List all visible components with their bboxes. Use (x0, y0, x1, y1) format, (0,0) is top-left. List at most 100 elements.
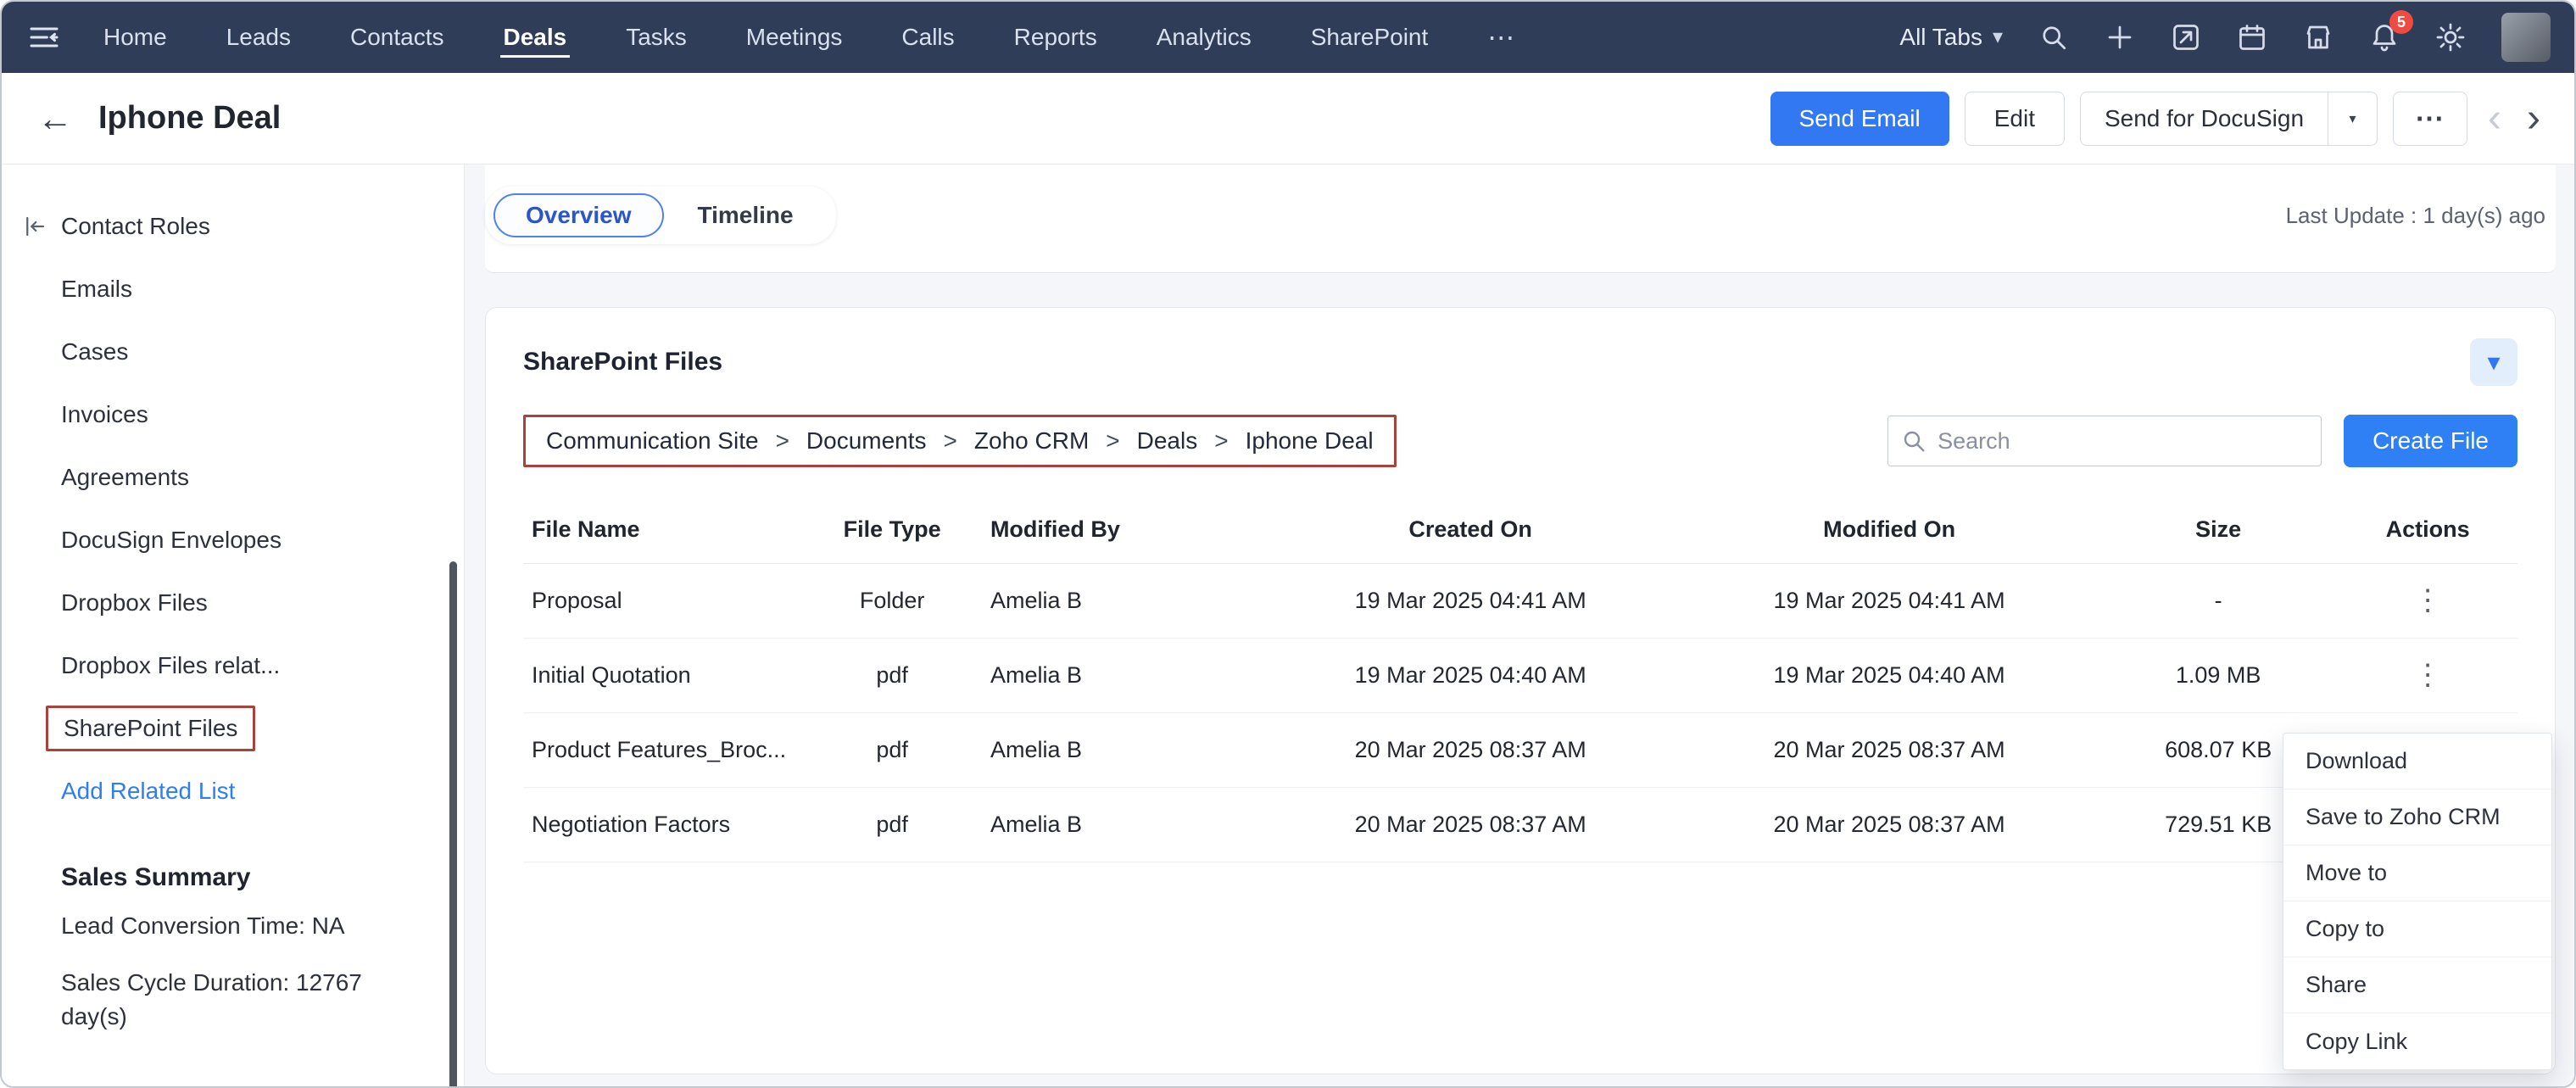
activities-icon[interactable] (2171, 22, 2201, 53)
tab-overview[interactable]: Overview (493, 193, 664, 237)
edit-button[interactable]: Edit (1965, 92, 2065, 146)
breadcrumb-zoho-crm[interactable]: Zoho CRM (974, 427, 1089, 455)
sidebar-item-dropbox-files[interactable]: Dropbox Files (61, 572, 464, 634)
cell-file-name[interactable]: Proposal (523, 564, 802, 639)
nav-item-contacts[interactable]: Contacts (350, 2, 444, 73)
cell-file-name[interactable]: Negotiation Factors (523, 788, 802, 862)
sidebar-item-contact-roles[interactable]: Contact Roles (61, 195, 464, 258)
column-header-modified-by: Modified By (982, 496, 1261, 564)
nav-item-meetings[interactable]: Meetings (746, 2, 843, 73)
column-header-file-name: File Name (523, 496, 802, 564)
nav-item-calls[interactable]: Calls (901, 2, 954, 73)
chevron-down-icon: ▾ (2487, 348, 2500, 377)
cell-modified-by: Amelia B (982, 788, 1261, 862)
cell-size: - (2099, 564, 2338, 639)
all-tabs-dropdown[interactable]: All Tabs ▾ (1899, 24, 2003, 51)
sidebar-item-dropbox-files-related[interactable]: Dropbox Files relat... (61, 634, 464, 697)
cell-file-name[interactable]: Initial Quotation (523, 639, 802, 713)
breadcrumb-documents[interactable]: Documents (806, 427, 927, 455)
sidebar-item-cases[interactable]: Cases (61, 321, 464, 383)
cell-file-type: pdf (802, 639, 982, 713)
record-content: Overview Timeline Last Update : 1 day(s)… (465, 165, 2574, 1088)
tab-timeline[interactable]: Timeline (664, 193, 828, 237)
menu-item-save-to-zoho-crm[interactable]: Save to Zoho CRM (2283, 789, 2551, 845)
sharepoint-files-card: SharePoint Files ▾ Communication Site > … (485, 307, 2556, 1074)
docusign-dropdown-caret-icon[interactable]: ▾ (2328, 92, 2377, 145)
send-for-docusign-label[interactable]: Send for DocuSign (2081, 92, 2328, 145)
collapse-panel-icon[interactable] (22, 214, 47, 239)
more-actions-button[interactable]: ⋯ (2393, 92, 2467, 146)
breadcrumb-deals[interactable]: Deals (1137, 427, 1198, 455)
sidebar-item-label: Contact Roles (61, 213, 210, 240)
cell-modified-on: 19 Mar 2025 04:41 AM (1680, 564, 2099, 639)
sharepoint-files-title: SharePoint Files (523, 348, 722, 377)
file-search-input[interactable] (1888, 416, 2321, 466)
add-related-list-link[interactable]: Add Related List (61, 760, 464, 823)
cell-created-on: 20 Mar 2025 08:37 AM (1261, 713, 1680, 788)
sidebar-scrollbar[interactable] (449, 561, 457, 1088)
sidebar-item-emails[interactable]: Emails (61, 258, 464, 321)
top-nav-items: Home Leads Contacts Deals Tasks Meetings… (103, 2, 1525, 73)
sidebar-item-invoices[interactable]: Invoices (61, 383, 464, 446)
column-header-size: Size (2099, 496, 2338, 564)
nav-item-reports[interactable]: Reports (1014, 2, 1097, 73)
cell-created-on: 19 Mar 2025 04:40 AM (1261, 639, 1680, 713)
settings-gear-icon[interactable] (2435, 22, 2466, 53)
nav-item-home[interactable]: Home (103, 2, 167, 73)
sales-summary-heading: Sales Summary (61, 846, 464, 909)
hamburger-menu-icon[interactable] (27, 20, 61, 54)
notifications-bell-icon[interactable]: 5 (2369, 22, 2400, 53)
menu-item-move-to[interactable]: Move to (2283, 845, 2551, 901)
marketplace-icon[interactable] (2303, 22, 2333, 53)
search-icon[interactable] (2038, 22, 2069, 53)
row-actions-kebab-icon[interactable]: ⋮ (2401, 661, 2454, 689)
top-nav-bar: Home Leads Contacts Deals Tasks Meetings… (2, 2, 2574, 73)
nav-item-deals[interactable]: Deals (504, 2, 567, 73)
column-header-modified-on: Modified On (1680, 496, 2099, 564)
sidebar-item-label: SharePoint Files (64, 715, 237, 741)
calendar-icon[interactable] (2237, 22, 2267, 53)
cell-file-name[interactable]: Product Features_Broc... (523, 713, 802, 788)
search-icon (1900, 427, 1927, 455)
next-record-chevron-icon[interactable]: › (2522, 98, 2545, 139)
send-email-button[interactable]: Send Email (1770, 92, 1949, 146)
record-header: ← Iphone Deal Send Email Edit Send for D… (2, 73, 2574, 165)
breadcrumb-communication-site[interactable]: Communication Site (546, 427, 759, 455)
row-actions-kebab-icon[interactable]: ⋮ (2401, 586, 2454, 615)
quick-create-plus-icon[interactable] (2105, 22, 2135, 53)
breadcrumb-separator: > (776, 427, 789, 455)
create-file-button[interactable]: Create File (2344, 415, 2517, 467)
sidebar-item-sharepoint-files[interactable]: SharePoint Files (61, 697, 464, 760)
record-actions: Send Email Edit Send for DocuSign ▾ ⋯ ‹ … (1770, 92, 2545, 146)
nav-item-analytics[interactable]: Analytics (1157, 2, 1252, 73)
user-avatar[interactable] (2501, 13, 2551, 62)
sidebar-item-label: Dropbox Files relat... (61, 652, 280, 679)
menu-item-copy-to[interactable]: Copy to (2283, 901, 2551, 957)
menu-item-download[interactable]: Download (2283, 734, 2551, 789)
sidebar-item-label: Emails (61, 276, 132, 303)
collapse-card-button[interactable]: ▾ (2470, 338, 2517, 386)
more-tabs-icon[interactable]: ⋯ (1487, 21, 1516, 53)
sidebar-item-docusign-envelopes[interactable]: DocuSign Envelopes (61, 509, 464, 572)
nav-item-sharepoint[interactable]: SharePoint (1311, 2, 1429, 73)
cell-file-type: Folder (802, 564, 982, 639)
nav-item-tasks[interactable]: Tasks (626, 2, 687, 73)
menu-item-share[interactable]: Share (2283, 957, 2551, 1013)
menu-item-copy-link[interactable]: Copy Link (2283, 1013, 2551, 1069)
breadcrumb-iphone-deal[interactable]: Iphone Deal (1246, 427, 1374, 455)
sharepoint-files-card-header: SharePoint Files ▾ (523, 338, 2517, 386)
cell-file-type: pdf (802, 713, 982, 788)
table-header-row: File Name File Type Modified By Created … (523, 496, 2517, 564)
cell-modified-on: 20 Mar 2025 08:37 AM (1680, 788, 2099, 862)
sharepoint-controls: Create File (1887, 415, 2517, 467)
table-row: Product Features_Broc... pdf Amelia B 20… (523, 713, 2517, 788)
previous-record-chevron-icon[interactable]: ‹ (2483, 98, 2506, 139)
column-header-file-type: File Type (802, 496, 982, 564)
nav-item-leads[interactable]: Leads (226, 2, 291, 73)
file-actions-context-menu: Download Save to Zoho CRM Move to Copy t… (2283, 733, 2552, 1070)
breadcrumb-separator: > (1106, 427, 1119, 455)
sidebar-item-label: Agreements (61, 464, 189, 491)
back-arrow-icon[interactable]: ← (37, 101, 73, 137)
column-header-actions: Actions (2338, 496, 2517, 564)
sidebar-item-agreements[interactable]: Agreements (61, 446, 464, 509)
